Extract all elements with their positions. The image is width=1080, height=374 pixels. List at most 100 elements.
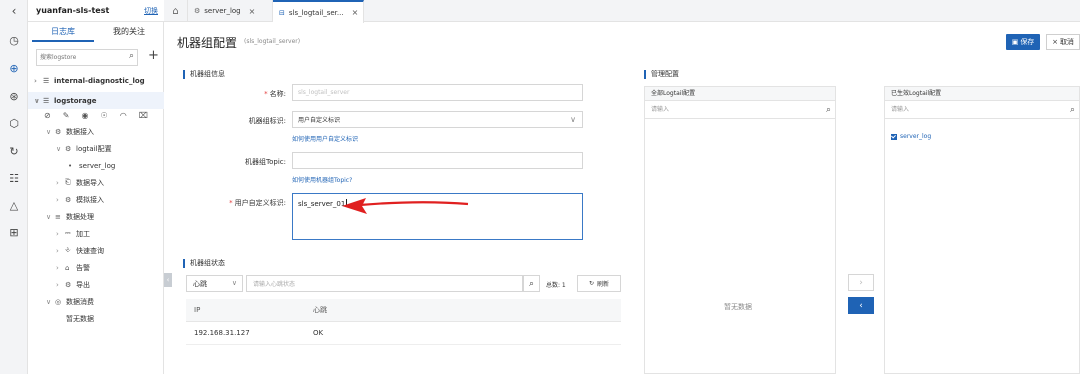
left-icon-rail: ‹ ◷ ⊕ ⊛ ⬡ ↻ ☷ △ ⊞ — [0, 0, 28, 374]
switch-project-link[interactable]: 切换 — [144, 6, 158, 16]
sidebar-item-data-ingest[interactable]: ∨ ⚙ 数据接入 — [28, 123, 164, 140]
identity-select[interactable]: 用户自定义标识 ∨ — [292, 111, 583, 128]
speed-icon[interactable]: ◠ — [120, 111, 127, 120]
section-title-info: 机器组信息 — [183, 70, 225, 79]
move-left-button[interactable]: ‹ — [848, 297, 874, 314]
add-logstore-icon[interactable]: + — [148, 48, 159, 63]
logstore-search-input[interactable] — [37, 50, 121, 65]
heartbeat-select[interactable]: 心跳 ∨ — [186, 275, 243, 292]
search-plus-icon[interactable]: ⊛ — [0, 86, 28, 106]
chevron-left-icon[interactable]: ‹ — [0, 0, 28, 22]
machine-status-table: IP 心跳 192.168.31.127 OK — [186, 299, 621, 345]
tab-label: server_log — [204, 7, 241, 15]
sidebar-item-logstorage[interactable]: ∨ ☰ logstorage — [28, 92, 164, 109]
search-icon[interactable]: ⌕ — [826, 101, 831, 119]
custom-identity-textarea[interactable]: sls_server_01 — [292, 193, 583, 240]
clock-icon[interactable]: ◷ — [0, 30, 28, 50]
heartbeat-filter-input[interactable]: 请输入心跳状态 — [246, 275, 523, 292]
search-icon[interactable]: ⌕ — [523, 275, 540, 292]
search-icon[interactable]: ⌕ — [129, 51, 134, 61]
home-icon[interactable]: ⌂ — [164, 0, 188, 22]
checkbox-checked-icon[interactable] — [891, 133, 897, 140]
tab-label: sls_logtail_ser... — [288, 8, 344, 17]
query-icon: ⎀ — [65, 246, 71, 254]
chevron-right-icon: › — [34, 76, 37, 85]
sidebar-item-mock-ingest[interactable]: › ⚙ 模拟接入 — [28, 191, 164, 208]
sidebar-item-data-consume[interactable]: ∨ ◎ 数据消费 — [28, 293, 164, 310]
sidebar-item-quick-query[interactable]: › ⎀ 快速查询 — [28, 242, 164, 259]
sidebar-item-server-log[interactable]: • server_log — [28, 157, 164, 174]
chevron-right-icon: › — [56, 280, 59, 289]
save-button[interactable]: ▣ 保存 — [1006, 34, 1040, 50]
sidebar-item-logtail-config[interactable]: ∨ ⚙ logtail配置 — [28, 140, 164, 157]
applied-config-search[interactable]: 请输入 ⌕ — [885, 101, 1079, 119]
delete-icon[interactable]: ⌧ — [139, 111, 148, 120]
search-icon[interactable]: ⌕ — [1070, 101, 1075, 119]
refresh-icon: ↻ — [588, 280, 594, 287]
all-config-search[interactable]: 请输入 ⌕ — [645, 101, 835, 119]
name-field[interactable]: sls_logtail_server — [292, 84, 583, 101]
tab-favorites[interactable]: 我的关注 — [98, 22, 160, 42]
dashboard-icon[interactable]: ☉ — [101, 111, 108, 120]
tab-logstores[interactable]: 日志库 — [32, 22, 94, 42]
close-icon[interactable]: × — [249, 7, 256, 16]
gear-icon: ⚙ — [65, 280, 72, 289]
applied-logtail-config-panel: 已生效Logtail配置 请输入 ⌕ — [884, 86, 1080, 374]
chevron-down-icon: ∨ — [231, 279, 237, 287]
search-icon[interactable]: ⊘ — [44, 111, 51, 120]
sidebar-item-internal-diagnostic-log[interactable]: › ☰ internal-diagnostic_log — [28, 72, 164, 89]
chevron-right-icon: › — [56, 178, 59, 187]
eye-icon[interactable]: ◉ — [81, 111, 88, 120]
tab-bar: ⌂ ⚙ server_log × ⊟ sls_logtail_ser... × — [164, 0, 1080, 23]
close-icon[interactable]: × — [352, 8, 359, 17]
alert-icon: ⌂ — [65, 263, 70, 272]
identity-help-link[interactable]: 如何使用用户自定义标识 — [292, 134, 358, 143]
sidebar-item-export[interactable]: › ⚙ 导出 — [28, 276, 164, 293]
sidebar-item-data-import[interactable]: › ⎗ 数据导入 — [28, 174, 164, 191]
section-title-manage: 管理配置 — [644, 70, 679, 79]
topic-help-link[interactable]: 如何使用机器组Topic? — [292, 175, 352, 184]
move-right-button[interactable]: › — [848, 274, 874, 291]
logstore-search: ⌕ — [36, 49, 138, 66]
tab-sls-logtail-server[interactable]: ⊟ sls_logtail_ser... × — [273, 0, 364, 23]
cancel-button[interactable]: × 取消 — [1046, 34, 1080, 50]
processing-icon: ≡ — [55, 212, 61, 221]
tab-server-log[interactable]: ⚙ server_log × — [188, 0, 273, 22]
sidebar-item-alert[interactable]: › ⌂ 告警 — [28, 259, 164, 276]
history-icon[interactable]: ↻ — [0, 141, 28, 161]
page-title: 机器组配置 — [177, 36, 238, 50]
chevron-right-icon: › — [56, 195, 59, 204]
gear-icon: ⚙ — [194, 7, 201, 15]
collapse-sidebar-handle[interactable]: ‹ — [164, 273, 172, 287]
chevron-right-icon: › — [56, 229, 59, 238]
panel-title: 已生效Logtail配置 — [885, 87, 1079, 101]
logstore-action-icons: ⊘ ✎ ◉ ☉ ◠ ⌧ — [28, 108, 164, 122]
chevron-right-icon: › — [56, 246, 59, 255]
transform-icon: ⎓ — [65, 229, 71, 237]
sidebar-item-data-processing[interactable]: ∨ ≡ 数据处理 — [28, 208, 164, 225]
topic-label: 机器组Topic: — [245, 158, 286, 166]
database-icon: ☰ — [43, 76, 50, 85]
chevron-right-icon: › — [56, 263, 59, 272]
column-header-heartbeat: 心跳 — [313, 306, 327, 314]
logstore-sidebar: 日志库 我的关注 ⌕ + ›☰internal-diagnostic_log ∨… — [28, 22, 164, 374]
report-icon[interactable]: ☷ — [0, 168, 28, 188]
name-label: * 名称: — [264, 90, 286, 98]
cell-ip: 192.168.31.127 — [194, 329, 250, 337]
close-icon: × — [1052, 38, 1058, 46]
custom-identity-label: * 用户自定义标识: — [229, 199, 286, 207]
gear-icon: ⚙ — [65, 195, 72, 204]
table-row: 192.168.31.127 OK — [186, 322, 621, 345]
chevron-down-icon: ∨ — [56, 144, 62, 153]
search-icon[interactable]: ⊕ — [0, 58, 28, 78]
refresh-button[interactable]: ↻ 刷新 — [577, 275, 621, 292]
gear-icon: ⚙ — [55, 127, 62, 136]
grid-icon[interactable]: ⊞ — [0, 222, 28, 242]
bell-icon[interactable]: △ — [0, 195, 28, 215]
box-icon[interactable]: ⬡ — [0, 113, 28, 133]
edit-icon[interactable]: ✎ — [63, 111, 70, 120]
applied-config-item[interactable]: server_log — [891, 133, 931, 140]
sidebar-item-transform[interactable]: › ⎓ 加工 — [28, 225, 164, 242]
chevron-down-icon: ∨ — [46, 297, 52, 306]
topic-field[interactable] — [292, 152, 583, 169]
